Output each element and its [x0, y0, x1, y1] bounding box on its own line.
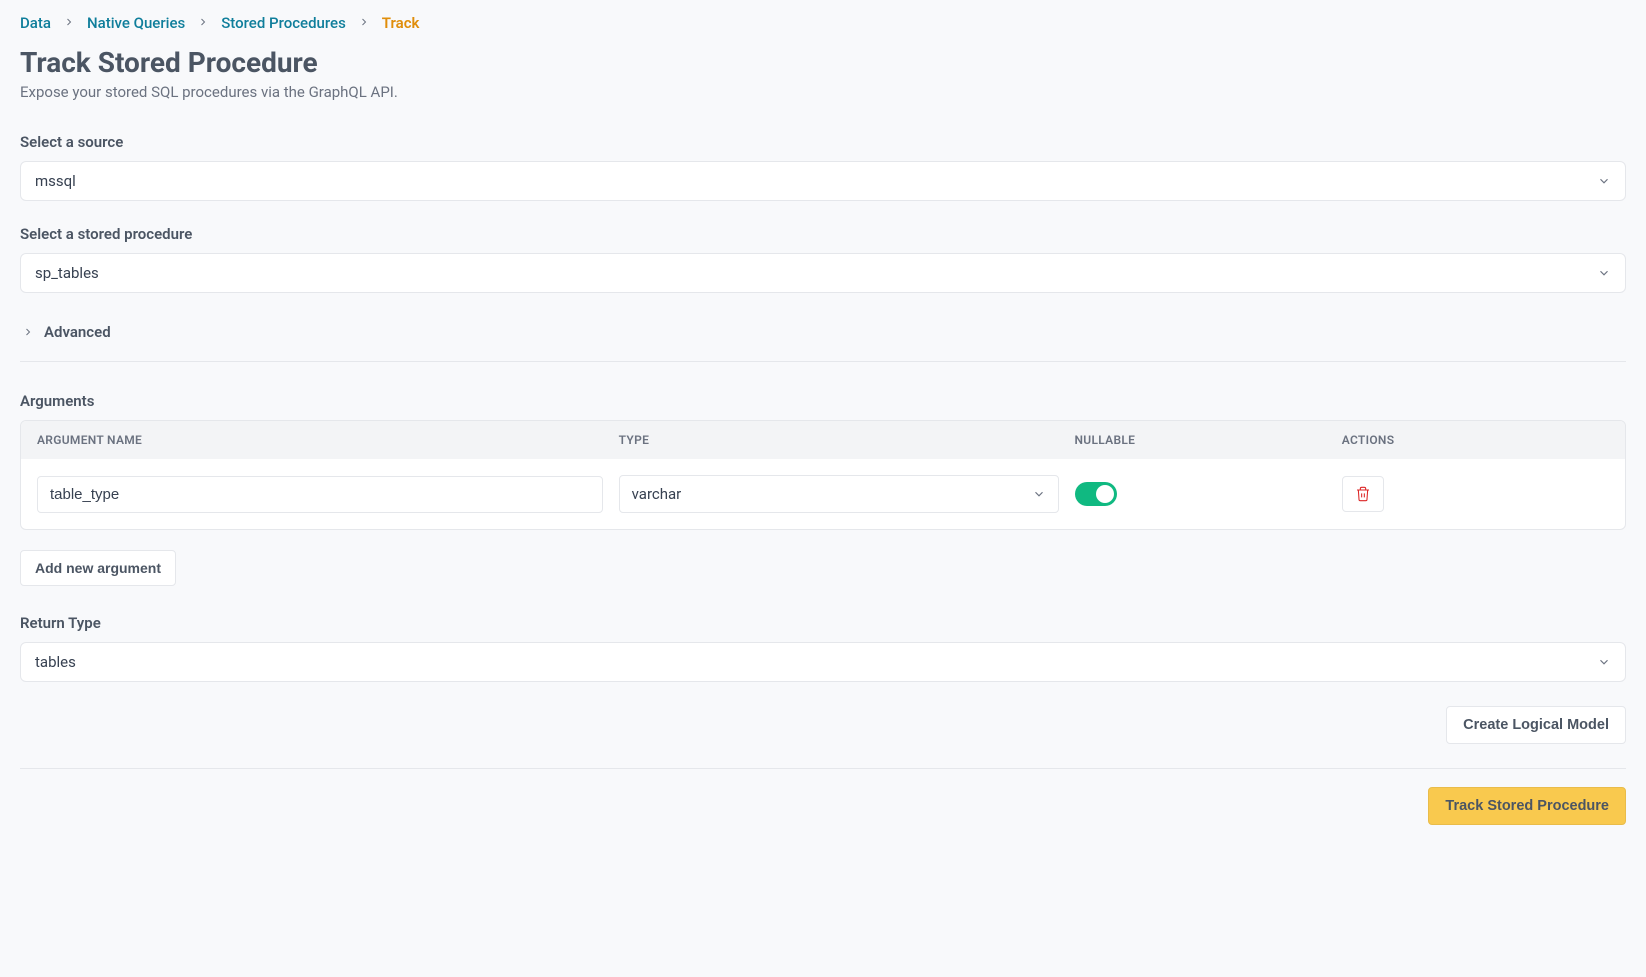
procedure-value: sp_tables — [35, 264, 99, 282]
breadcrumb-current: Track — [382, 14, 420, 32]
chevron-right-icon — [22, 326, 34, 338]
breadcrumb-stored-procedures[interactable]: Stored Procedures — [221, 14, 346, 32]
return-type-label: Return Type — [20, 614, 1626, 632]
create-logical-model-button[interactable]: Create Logical Model — [1446, 706, 1626, 744]
chevron-down-icon — [1597, 174, 1611, 188]
header-type: TYPE — [619, 433, 1075, 447]
advanced-toggle[interactable]: Advanced — [20, 317, 1626, 362]
add-argument-button[interactable]: Add new argument — [20, 550, 176, 586]
procedure-select[interactable]: sp_tables — [20, 253, 1626, 293]
header-actions: ACTIONS — [1342, 433, 1609, 447]
argument-type-value: varchar — [632, 485, 682, 503]
argument-name-input[interactable] — [37, 476, 603, 513]
source-label: Select a source — [20, 133, 1626, 151]
breadcrumb-data[interactable]: Data — [20, 14, 51, 32]
return-type-select[interactable]: tables — [20, 642, 1626, 682]
source-select[interactable]: mssql — [20, 161, 1626, 201]
arguments-header: ARGUMENT NAME TYPE NULLABLE ACTIONS — [21, 421, 1625, 459]
breadcrumb: Data Native Queries Stored Procedures Tr… — [20, 14, 1626, 32]
chevron-down-icon — [1597, 655, 1611, 669]
chevron-right-icon — [63, 14, 75, 32]
header-argument-name: ARGUMENT NAME — [37, 433, 619, 447]
argument-type-select[interactable]: varchar — [619, 475, 1059, 513]
nullable-toggle[interactable] — [1075, 482, 1117, 506]
arguments-table: ARGUMENT NAME TYPE NULLABLE ACTIONS varc… — [20, 420, 1626, 530]
procedure-label: Select a stored procedure — [20, 225, 1626, 243]
return-type-value: tables — [35, 653, 76, 671]
chevron-right-icon — [197, 14, 209, 32]
trash-icon — [1355, 486, 1371, 502]
arguments-label: Arguments — [20, 392, 1626, 410]
header-nullable: NULLABLE — [1075, 433, 1342, 447]
source-value: mssql — [35, 172, 76, 190]
chevron-down-icon — [1032, 487, 1046, 501]
chevron-right-icon — [358, 14, 370, 32]
advanced-label: Advanced — [44, 323, 111, 341]
delete-argument-button[interactable] — [1342, 476, 1384, 512]
page-title: Track Stored Procedure — [20, 46, 1626, 79]
chevron-down-icon — [1597, 266, 1611, 280]
page-subtitle: Expose your stored SQL procedures via th… — [20, 83, 1626, 101]
track-stored-procedure-button[interactable]: Track Stored Procedure — [1428, 787, 1626, 825]
breadcrumb-native-queries[interactable]: Native Queries — [87, 14, 185, 32]
table-row: varchar — [21, 459, 1625, 529]
